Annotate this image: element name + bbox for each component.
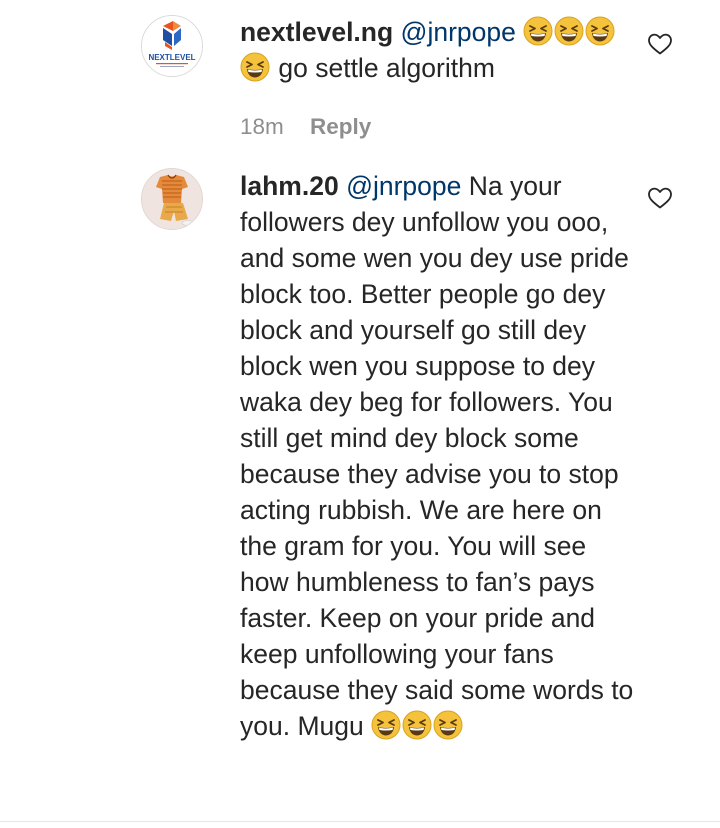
grinning-squinting-face-icon xyxy=(554,16,584,46)
comment-1-reply-button[interactable]: Reply xyxy=(310,114,371,139)
comment-1-username[interactable]: nextlevel.ng xyxy=(240,17,393,47)
comment-1-body: nextlevel.ng @jnrpope go settle algorith… xyxy=(240,14,635,86)
grinning-squinting-face-icon xyxy=(402,710,432,740)
comment-1-timestamp: 18m xyxy=(240,114,284,139)
comment-1-text: go settle algorithm xyxy=(278,53,495,83)
grinning-squinting-face-icon xyxy=(585,16,615,46)
heart-outline-icon[interactable] xyxy=(647,32,673,56)
comment-2-username[interactable]: lahm.20 xyxy=(240,171,339,201)
grinning-squinting-face-icon xyxy=(433,710,463,740)
comment-1-meta: 18m Reply xyxy=(240,114,371,140)
comment-1-mention[interactable]: @jnrpope xyxy=(401,17,516,47)
comment-2-body: lahm.20 @jnrpope Na your followers dey u… xyxy=(240,168,635,744)
grinning-squinting-face-icon xyxy=(240,52,270,82)
avatar-lahm[interactable] xyxy=(141,168,203,230)
avatar-logo-text: NEXTLEVEL xyxy=(148,53,195,62)
divider xyxy=(0,821,720,822)
grinning-squinting-face-icon xyxy=(371,710,401,740)
nextlevel-logo: NEXTLEVEL xyxy=(142,16,202,76)
comment-2-text: Na your followers dey unfollow you ooo, … xyxy=(240,171,641,741)
comments-list: NEXTLEVEL nextlevel.ng @jnrpope go settl… xyxy=(0,0,720,828)
clothing-avatar-image xyxy=(142,169,202,229)
avatar-nextlevel[interactable]: NEXTLEVEL xyxy=(141,15,203,77)
heart-outline-icon[interactable] xyxy=(647,186,673,210)
comment-2-mention[interactable]: @jnrpope xyxy=(346,171,461,201)
grinning-squinting-face-icon xyxy=(523,16,553,46)
